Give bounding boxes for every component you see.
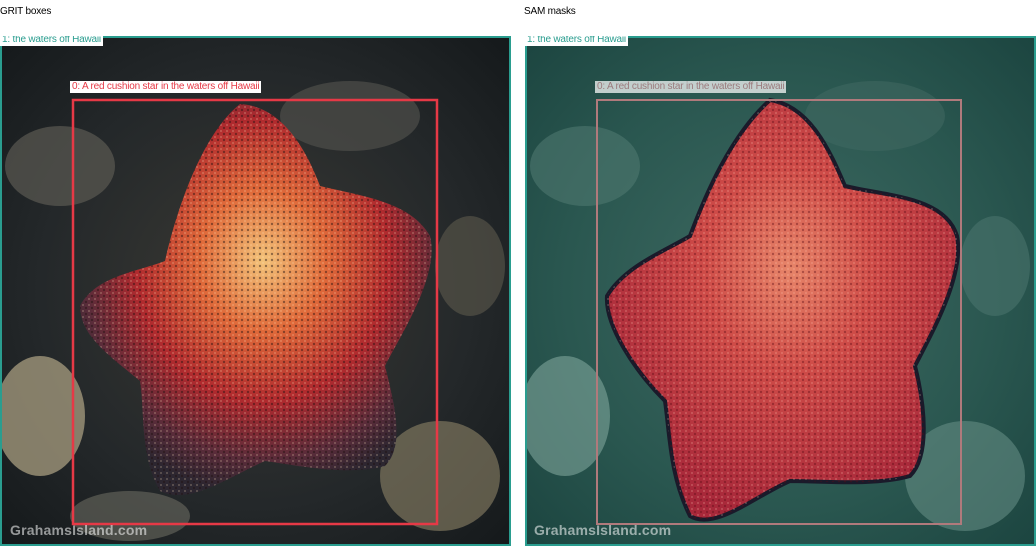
rock-shape — [960, 216, 1030, 316]
star-box-label: 0: A red cushion star in the waters off … — [70, 81, 262, 93]
water-box-label: 1: the waters off Hawaii — [0, 36, 103, 46]
rock-shape — [805, 81, 945, 151]
rock-shape — [435, 216, 505, 316]
water-box-label: 1: the waters off Hawaii — [525, 36, 628, 46]
rock-shape — [280, 81, 420, 151]
right-panel-title: SAM masks — [524, 6, 576, 17]
grit-boxes-panel: 1: the waters off Hawaii 0: A red cushio… — [0, 36, 511, 546]
rock-shape — [5, 126, 115, 206]
star-box-label: 0: A red cushion star in the waters off … — [595, 81, 787, 93]
grit-photo — [0, 36, 511, 546]
watermark: GrahamsIsland.com — [10, 522, 148, 538]
coral-shape — [380, 421, 500, 531]
sam-photo — [525, 36, 1036, 546]
left-panel-title: GRIT boxes — [0, 6, 52, 17]
watermark: GrahamsIsland.com — [534, 522, 672, 538]
sam-masks-panel: 1: the waters off Hawaii 0: A red cushio… — [525, 36, 1036, 546]
rock-shape — [530, 126, 640, 206]
